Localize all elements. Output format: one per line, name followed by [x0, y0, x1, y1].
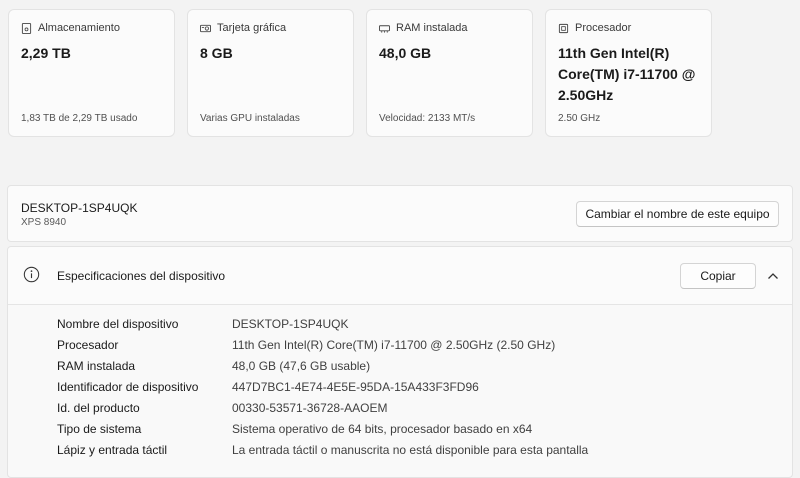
spec-row: RAM instalada 48,0 GB (47,6 GB usable): [57, 355, 588, 376]
processor-icon: [558, 23, 569, 33]
device-specifications-panel: Especificaciones del dispositivo Copiar …: [7, 246, 793, 478]
device-name: DESKTOP-1SP4UQK: [21, 201, 138, 215]
card-subtext: 2.50 GHz: [558, 113, 601, 124]
device-name-panel: DESKTOP-1SP4UQK XPS 8940 Cambiar el nomb…: [7, 185, 793, 242]
spec-label: Procesador: [57, 337, 119, 352]
spec-row: Identificador de dispositivo 447D7BC1-4E…: [57, 376, 588, 397]
card-title: Procesador: [575, 22, 632, 34]
card-header: Almacenamiento: [21, 22, 162, 34]
spec-row: Nombre del dispositivo DESKTOP-1SP4UQK: [57, 313, 588, 334]
card-header: Tarjeta gráfica: [200, 22, 341, 34]
hardware-cards: Almacenamiento 2,29 TB 1,83 TB de 2,29 T…: [8, 9, 712, 137]
spec-value: La entrada táctil o manuscrita no está d…: [232, 442, 589, 457]
card-title: Almacenamiento: [38, 22, 120, 34]
specs-list: Nombre del dispositivo DESKTOP-1SP4UQK P…: [57, 313, 588, 460]
spec-label: Nombre del dispositivo: [57, 316, 179, 331]
spec-value: 00330-53571-36728-AAOEM: [232, 400, 388, 415]
device-model: XPS 8940: [21, 217, 67, 228]
card-title: RAM instalada: [396, 22, 468, 34]
spec-value: 447D7BC1-4E74-4E5E-95DA-15A433F3FD96: [232, 379, 479, 394]
spec-label: RAM instalada: [57, 358, 136, 373]
spec-value: 11th Gen Intel(R) Core(TM) i7-11700 @ 2.…: [232, 337, 556, 352]
spec-row: Id. del producto 00330-53571-36728-AAOEM: [57, 397, 588, 418]
card-title: Tarjeta gráfica: [217, 22, 287, 34]
spec-label: Tipo de sistema: [57, 421, 142, 436]
specs-header[interactable]: Especificaciones del dispositivo Copiar: [8, 247, 792, 305]
ram-icon: [379, 24, 390, 33]
spec-row: Tipo de sistema Sistema operativo de 64 …: [57, 418, 588, 439]
card-header: Procesador: [558, 22, 699, 34]
storage-card[interactable]: Almacenamiento 2,29 TB 1,83 TB de 2,29 T…: [8, 9, 175, 137]
spec-value: 48,0 GB (47,6 GB usable): [232, 358, 371, 373]
gpu-card[interactable]: Tarjeta gráfica 8 GB Varias GPU instalad…: [187, 9, 354, 137]
spec-value: DESKTOP-1SP4UQK: [232, 316, 349, 331]
ram-card[interactable]: RAM instalada 48,0 GB Velocidad: 2133 MT…: [366, 9, 533, 137]
card-value: 48,0 GB: [379, 45, 432, 61]
card-header: RAM instalada: [379, 22, 520, 34]
card-value: 8 GB: [200, 45, 233, 61]
card-subtext: Velocidad: 2133 MT/s: [379, 113, 476, 124]
spec-row: Lápiz y entrada táctil La entrada táctil…: [57, 439, 588, 460]
card-value: 2,29 TB: [21, 45, 71, 61]
info-icon: [23, 266, 40, 283]
spec-row: Procesador 11th Gen Intel(R) Core(TM) i7…: [57, 334, 588, 355]
spec-label: Lápiz y entrada táctil: [57, 442, 168, 457]
processor-card[interactable]: Procesador 11th Gen Intel(R) Core(TM) i7…: [545, 9, 712, 137]
gpu-icon: [200, 24, 211, 32]
chevron-up-icon[interactable]: [767, 271, 779, 281]
spec-value: Sistema operativo de 64 bits, procesador…: [232, 421, 533, 436]
rename-pc-button[interactable]: Cambiar el nombre de este equipo: [576, 201, 779, 227]
spec-label: Id. del producto: [57, 400, 140, 415]
spec-label: Identificador de dispositivo: [57, 379, 199, 394]
card-value: 11th Gen Intel(R) Core(TM) i7-11700 @ 2.…: [558, 45, 696, 103]
specs-title: Especificaciones del dispositivo: [57, 269, 226, 283]
storage-icon: [21, 22, 32, 34]
copy-button[interactable]: Copiar: [680, 263, 756, 289]
card-subtext: Varias GPU instaladas: [200, 113, 300, 124]
card-subtext: 1,83 TB de 2,29 TB usado: [21, 113, 138, 124]
